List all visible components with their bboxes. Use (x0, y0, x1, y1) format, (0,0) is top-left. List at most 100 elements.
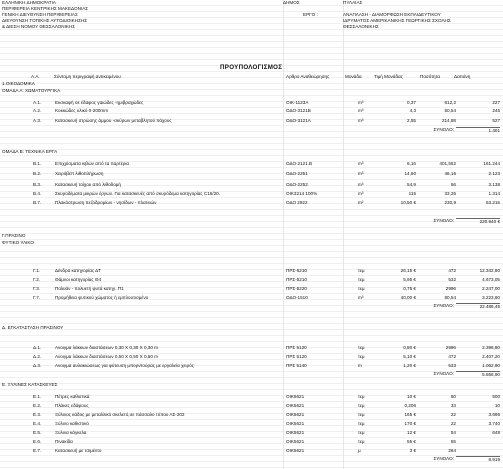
item-unit: m³ (358, 161, 364, 166)
item-unit: τεμ (358, 354, 365, 359)
item-description: Θάμνοι κατηγορίας Θ4 (55, 277, 102, 282)
table-row: Ε.2. Πλάκες εδάφους ΟΙΚ5621 τεμ 0,206 33 10 (0, 403, 503, 409)
item-cost: 2.407,20 (482, 354, 500, 359)
item-quantity: 2996 (445, 286, 456, 291)
table-row: Α.1. Εκσκαφή σε έδαφος γαιώδες -ημιβραχώδ… (0, 100, 503, 106)
item-number: Ε.3. (33, 412, 42, 417)
item-unit: τεμ (358, 412, 365, 417)
item-number: Α.1. (33, 100, 42, 105)
item-cost: 3.696 (488, 412, 501, 417)
section-total-value: 8.919 (456, 456, 500, 463)
item-unit: μ (358, 448, 361, 453)
item-unit-price: 40,00 € (400, 295, 416, 300)
item-quantity: 33,35 (444, 191, 457, 196)
header-authority-line: & ΔΙΕΣΗ ΝΟΜΟΥ ΘΕΣΣΑΛΟΝΙΚΗΣ (2, 24, 76, 29)
item-unit: τεμ (358, 421, 365, 426)
item-cost: 227 (492, 100, 500, 105)
item-description: Πέτρες καθιστικά (55, 394, 90, 399)
item-number: Γ.2. (33, 277, 41, 282)
col-header-aa: Α.Α. (31, 74, 40, 79)
item-unit: m³ (358, 118, 364, 123)
table-row: Β.2. Χειρόβεπ λιθοπλήρωση ΟΔΟ-2251 m³ 14,50 4… (0, 171, 503, 177)
item-description: Σκυροδέματα μικρών έργων. Για κατασκευές… (55, 191, 220, 196)
item-unit-price: 2,55 (407, 118, 416, 123)
table-row: Ε.3. Ξύλινος κάδος με μεταλλικό σκελετό,σ… (0, 412, 503, 418)
item-code: ΟΙΚ-1123Α (286, 100, 309, 105)
table-row: Ε.5. Ξυλινα κάγκελα ΟΙΚ5621 τεμ 12 € 54 648 (0, 430, 503, 436)
item-unit-price: 0,37 (407, 100, 416, 105)
section-total-row: ΣΥΝΟΛΟ: 5.866,90 (0, 371, 503, 377)
item-quantity: 33 (450, 403, 456, 408)
item-unit: m³ (358, 108, 364, 113)
item-code: ΟΔΟ-1510 (286, 295, 308, 300)
col-header-unit: Μονάδα (345, 74, 362, 79)
page-title: ΠΡΟΥΠΟΛΟΓΙΣΜΟΣ (220, 64, 283, 71)
section-total-row: ΣΥΝΟΛΟ: 1.401 (0, 127, 503, 133)
item-description: Χειρόβεπ λιθοπλήρωση (55, 171, 104, 176)
item-unit-price: 115 (408, 191, 416, 196)
item-unit-price: 4,3 (409, 108, 416, 113)
header-line: & ΔΙΕΣΗ ΝΟΜΟΥ ΘΕΣΣΑΛΟΝΙΚΗΣ ΘΕΣΣΑΛΟΝΙΚΗΣ (0, 24, 503, 30)
table-row: Β.4. Σκυροδέματα μικρών έργων. Για κατασκ… (0, 191, 503, 197)
item-quantity: 472 (448, 354, 456, 359)
table-row: Α.3. Κατασκευή στρώσης άμμου -σκύρων μετα… (0, 118, 503, 124)
section-total-label: ΣΥΝΟΛΟ: (433, 456, 454, 461)
item-cost: 1.314 (488, 191, 501, 196)
item-cost: 648 (492, 430, 500, 435)
item-unit-price: 165 € (404, 412, 417, 417)
item-unit-price: 55 € (407, 439, 416, 444)
section-heading-row: Ε. ΞΥΛΙΝΕΣ ΚΑΤΑΣΚΕΥΕΣ (0, 382, 503, 388)
item-description: Εκσκαφή σε έδαφος γαιώδες -ημιβραχώδες (55, 100, 144, 105)
item-description: Προμήθεια φυτικού χώματος ή εμπλουτισμέν… (55, 295, 149, 300)
item-number: Δ.2. (33, 354, 42, 359)
item-description: Ξύλινος κάδος με μεταλλικό σκελετό,σε πά… (55, 412, 185, 417)
item-code: ΟΙΚ5621 (286, 439, 305, 444)
item-number: Γ.1. (33, 268, 41, 273)
item-code: ΠΡΣ 5120 (286, 345, 307, 350)
item-unit: m (358, 363, 362, 368)
section-total-row: ΣΥΝΟΛΟ: 220.940 € (0, 218, 503, 224)
item-number: Β.3. (33, 182, 42, 187)
section-heading: 1.ΟΙΚΟΔΟΜΙΚΑ (2, 81, 35, 86)
item-unit-price: 5,95 € (403, 277, 416, 282)
item-number: Ε.5. (33, 430, 42, 435)
item-description: Κατασκευή με τσιμέντο (55, 448, 102, 453)
item-unit-price: 0,80 € (403, 345, 416, 350)
item-cost: 3.740 (488, 421, 501, 426)
item-number: Γ.7. (33, 295, 41, 300)
table-row: Α.2. Κοκκώδες υλικό 0-200mm ΟΔΟ-3121Β m³ 4,3… (0, 108, 503, 114)
table-row: Δ.3. Ανοιγμα αυλακιώσεως για φύτευση μπορ… (0, 363, 503, 369)
item-quantity: 50 (450, 394, 456, 399)
item-number: Ε.2. (33, 403, 42, 408)
item-unit: τεμ (358, 286, 365, 291)
item-unit: m² (358, 200, 364, 205)
table-row: Γ.2. Θάμνοι κατηγορίας Θ4 ΠΡΣ-5210 τεμ 5,95 … (0, 277, 503, 283)
item-unit-price: 10 € (407, 394, 416, 399)
section-total-value: 22.486,45 (456, 303, 500, 310)
section-heading: Ε. ΞΥΛΙΝΕΣ ΚΑΤΑΣΚΕΥΕΣ (2, 382, 58, 387)
item-number: Ε.1. (33, 394, 42, 399)
item-code: ΟΙΚ5621 (286, 412, 305, 417)
item-number: Β.2. (33, 171, 42, 176)
table-row: Γ.1. Δένδρα κατηγορίας ΔΤ ΠΡΣ-5210 τεμ 26,15… (0, 268, 503, 274)
item-cost: 2.247,00 (482, 286, 500, 291)
item-code: ΟΔΟ-3121Α (286, 118, 311, 123)
item-number: Β.4. (33, 191, 42, 196)
item-description: Ξυλινα κάγκελα (55, 430, 87, 435)
item-code: ΟΙΚ5621 (286, 421, 305, 426)
item-quantity: 80,54 (444, 295, 457, 300)
item-unit-price: 10,50 € (400, 200, 416, 205)
item-unit-price: 12 € (407, 430, 416, 435)
item-description: Δένδρα κατηγορίας ΔΤ (55, 268, 101, 273)
item-code: ΠΡΣ 5120 (286, 354, 307, 359)
table-row: Δ.1. Ανοιγμα λάκκων διαστάσεων 0,30 X 0,3… (0, 345, 503, 351)
item-code: ΠΡΣ 5140 (286, 363, 307, 368)
item-quantity: 533 (448, 363, 456, 368)
item-quantity: 54 (450, 430, 456, 435)
item-quantity: 264 (448, 448, 456, 453)
table-row: Ε.1. Πέτρες καθιστικά ΟΙΚ5621 τεμ 10 € 50 500 (0, 394, 503, 400)
item-cost: 527 (492, 118, 500, 123)
item-unit-price: 26,15 € (400, 268, 416, 273)
item-quantity: 55 (450, 439, 456, 444)
item-code: ΟΙΚ3214 100% (286, 191, 318, 196)
